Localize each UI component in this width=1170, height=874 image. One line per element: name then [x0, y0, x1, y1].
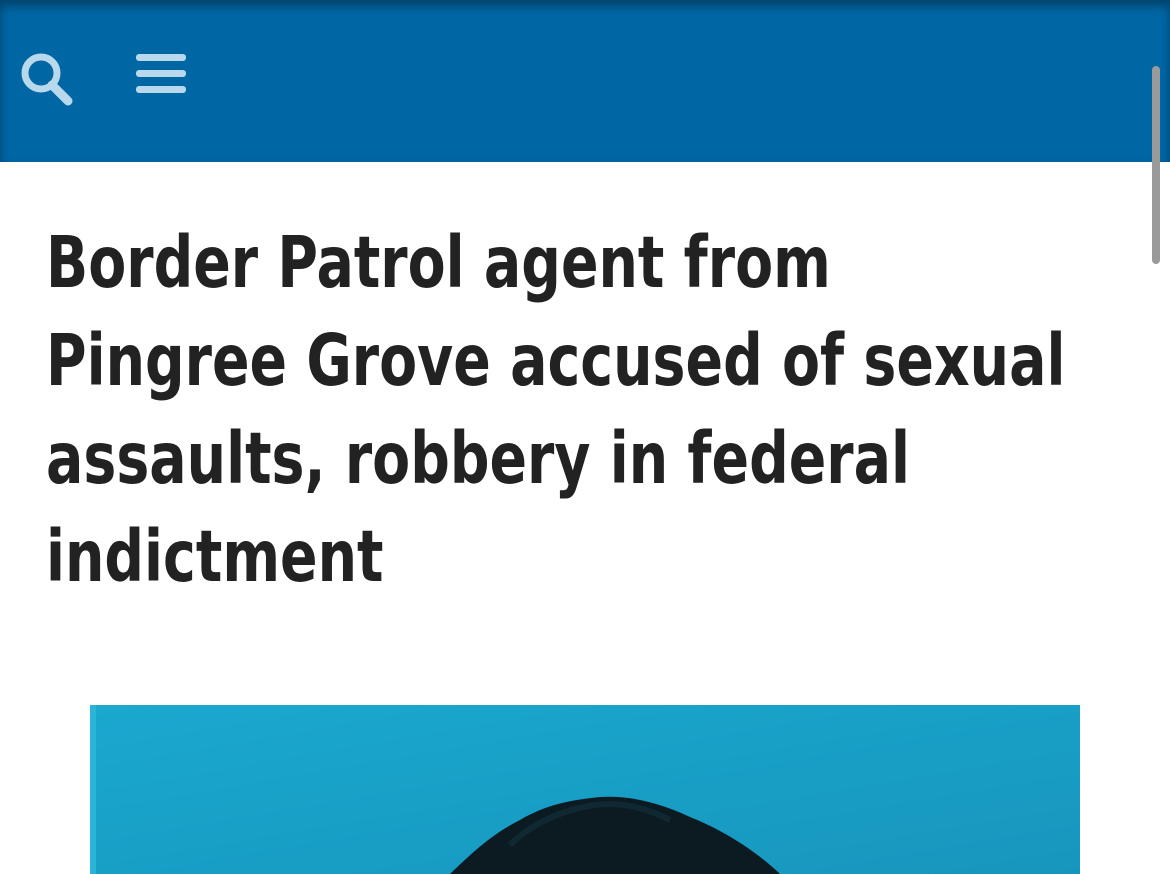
- hamburger-menu-icon: [136, 54, 186, 93]
- headline-line: Border Patrol agent from: [46, 221, 831, 304]
- headline-line: indictment: [46, 515, 384, 598]
- search-button[interactable]: [18, 50, 76, 108]
- headline-line: Pingree Grove accused of sexual: [46, 319, 1066, 402]
- article-photo-image: [90, 705, 1080, 874]
- page-scrollbar[interactable]: [1152, 66, 1160, 264]
- article-photo[interactable]: [90, 705, 1080, 874]
- menu-button[interactable]: [132, 50, 190, 100]
- article-headline: Border Patrol agent from Pingree Grove a…: [46, 214, 1066, 606]
- search-icon: [21, 53, 73, 106]
- headline-line: assaults, robbery in federal: [46, 417, 910, 500]
- top-navigation-bar: [0, 0, 1170, 162]
